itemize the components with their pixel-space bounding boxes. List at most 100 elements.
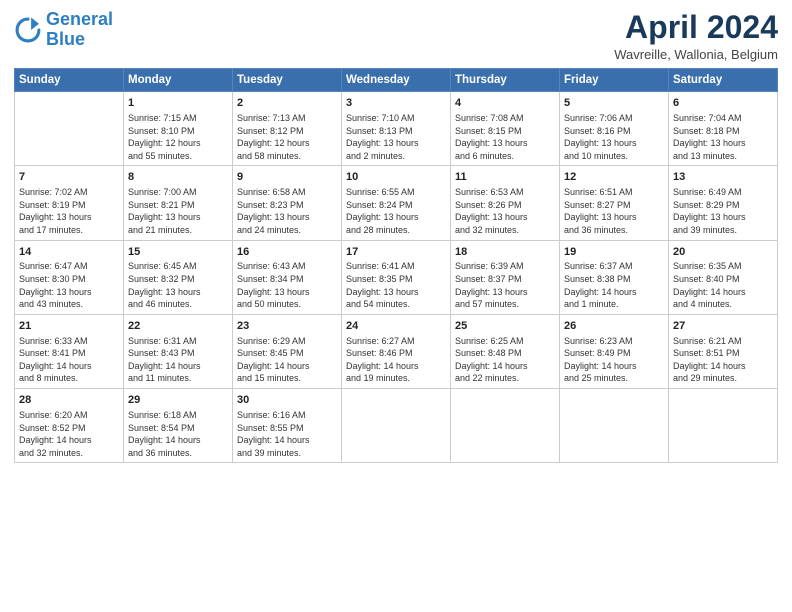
day-info: Sunrise: 7:15 AM Sunset: 8:10 PM Dayligh… bbox=[128, 112, 228, 162]
day-info: Sunrise: 6:41 AM Sunset: 8:35 PM Dayligh… bbox=[346, 260, 446, 310]
cell-w1-d6: 6Sunrise: 7:04 AM Sunset: 8:18 PM Daylig… bbox=[669, 92, 778, 166]
day-number: 17 bbox=[346, 245, 446, 260]
day-info: Sunrise: 6:43 AM Sunset: 8:34 PM Dayligh… bbox=[237, 260, 337, 310]
cell-w2-d4: 11Sunrise: 6:53 AM Sunset: 8:26 PM Dayli… bbox=[451, 166, 560, 240]
week-row-2: 7Sunrise: 7:02 AM Sunset: 8:19 PM Daylig… bbox=[15, 166, 778, 240]
cell-w2-d1: 8Sunrise: 7:00 AM Sunset: 8:21 PM Daylig… bbox=[124, 166, 233, 240]
day-number: 9 bbox=[237, 170, 337, 185]
day-info: Sunrise: 6:31 AM Sunset: 8:43 PM Dayligh… bbox=[128, 335, 228, 385]
day-number: 27 bbox=[673, 319, 773, 334]
day-info: Sunrise: 6:53 AM Sunset: 8:26 PM Dayligh… bbox=[455, 186, 555, 236]
day-info: Sunrise: 6:21 AM Sunset: 8:51 PM Dayligh… bbox=[673, 335, 773, 385]
day-number: 18 bbox=[455, 245, 555, 260]
cell-w2-d6: 13Sunrise: 6:49 AM Sunset: 8:29 PM Dayli… bbox=[669, 166, 778, 240]
day-info: Sunrise: 6:45 AM Sunset: 8:32 PM Dayligh… bbox=[128, 260, 228, 310]
cell-w3-d0: 14Sunrise: 6:47 AM Sunset: 8:30 PM Dayli… bbox=[15, 240, 124, 314]
day-number: 28 bbox=[19, 393, 119, 408]
header: General Blue April 2024 Wavreille, Wallo… bbox=[14, 10, 778, 62]
cell-w5-d5 bbox=[560, 389, 669, 463]
week-row-1: 1Sunrise: 7:15 AM Sunset: 8:10 PM Daylig… bbox=[15, 92, 778, 166]
calendar-header: Sunday Monday Tuesday Wednesday Thursday… bbox=[15, 69, 778, 92]
day-info: Sunrise: 6:33 AM Sunset: 8:41 PM Dayligh… bbox=[19, 335, 119, 385]
day-info: Sunrise: 6:39 AM Sunset: 8:37 PM Dayligh… bbox=[455, 260, 555, 310]
cell-w4-d0: 21Sunrise: 6:33 AM Sunset: 8:41 PM Dayli… bbox=[15, 314, 124, 388]
day-info: Sunrise: 6:25 AM Sunset: 8:48 PM Dayligh… bbox=[455, 335, 555, 385]
day-number: 16 bbox=[237, 245, 337, 260]
cell-w5-d1: 29Sunrise: 6:18 AM Sunset: 8:54 PM Dayli… bbox=[124, 389, 233, 463]
location: Wavreille, Wallonia, Belgium bbox=[614, 47, 778, 62]
logo-line2: Blue bbox=[46, 29, 85, 49]
cell-w5-d3 bbox=[342, 389, 451, 463]
day-number: 19 bbox=[564, 245, 664, 260]
cell-w4-d1: 22Sunrise: 6:31 AM Sunset: 8:43 PM Dayli… bbox=[124, 314, 233, 388]
cell-w4-d6: 27Sunrise: 6:21 AM Sunset: 8:51 PM Dayli… bbox=[669, 314, 778, 388]
day-number: 6 bbox=[673, 96, 773, 111]
day-number: 4 bbox=[455, 96, 555, 111]
header-thursday: Thursday bbox=[451, 69, 560, 92]
cell-w2-d2: 9Sunrise: 6:58 AM Sunset: 8:23 PM Daylig… bbox=[233, 166, 342, 240]
header-monday: Monday bbox=[124, 69, 233, 92]
day-info: Sunrise: 7:13 AM Sunset: 8:12 PM Dayligh… bbox=[237, 112, 337, 162]
cell-w3-d4: 18Sunrise: 6:39 AM Sunset: 8:37 PM Dayli… bbox=[451, 240, 560, 314]
header-wednesday: Wednesday bbox=[342, 69, 451, 92]
cell-w1-d4: 4Sunrise: 7:08 AM Sunset: 8:15 PM Daylig… bbox=[451, 92, 560, 166]
cell-w1-d1: 1Sunrise: 7:15 AM Sunset: 8:10 PM Daylig… bbox=[124, 92, 233, 166]
cell-w3-d6: 20Sunrise: 6:35 AM Sunset: 8:40 PM Dayli… bbox=[669, 240, 778, 314]
day-info: Sunrise: 7:06 AM Sunset: 8:16 PM Dayligh… bbox=[564, 112, 664, 162]
day-number: 26 bbox=[564, 319, 664, 334]
cell-w3-d3: 17Sunrise: 6:41 AM Sunset: 8:35 PM Dayli… bbox=[342, 240, 451, 314]
month-title: April 2024 bbox=[614, 10, 778, 45]
header-tuesday: Tuesday bbox=[233, 69, 342, 92]
cell-w4-d4: 25Sunrise: 6:25 AM Sunset: 8:48 PM Dayli… bbox=[451, 314, 560, 388]
cell-w3-d1: 15Sunrise: 6:45 AM Sunset: 8:32 PM Dayli… bbox=[124, 240, 233, 314]
day-info: Sunrise: 6:55 AM Sunset: 8:24 PM Dayligh… bbox=[346, 186, 446, 236]
week-row-5: 28Sunrise: 6:20 AM Sunset: 8:52 PM Dayli… bbox=[15, 389, 778, 463]
cell-w2-d3: 10Sunrise: 6:55 AM Sunset: 8:24 PM Dayli… bbox=[342, 166, 451, 240]
day-number: 30 bbox=[237, 393, 337, 408]
day-number: 14 bbox=[19, 245, 119, 260]
day-number: 20 bbox=[673, 245, 773, 260]
cell-w3-d5: 19Sunrise: 6:37 AM Sunset: 8:38 PM Dayli… bbox=[560, 240, 669, 314]
cell-w1-d3: 3Sunrise: 7:10 AM Sunset: 8:13 PM Daylig… bbox=[342, 92, 451, 166]
day-number: 21 bbox=[19, 319, 119, 334]
weekday-header-row: Sunday Monday Tuesday Wednesday Thursday… bbox=[15, 69, 778, 92]
day-info: Sunrise: 6:20 AM Sunset: 8:52 PM Dayligh… bbox=[19, 409, 119, 459]
week-row-3: 14Sunrise: 6:47 AM Sunset: 8:30 PM Dayli… bbox=[15, 240, 778, 314]
cell-w4-d3: 24Sunrise: 6:27 AM Sunset: 8:46 PM Dayli… bbox=[342, 314, 451, 388]
page-container: General Blue April 2024 Wavreille, Wallo… bbox=[0, 0, 792, 469]
header-saturday: Saturday bbox=[669, 69, 778, 92]
day-number: 29 bbox=[128, 393, 228, 408]
day-info: Sunrise: 6:18 AM Sunset: 8:54 PM Dayligh… bbox=[128, 409, 228, 459]
day-info: Sunrise: 6:27 AM Sunset: 8:46 PM Dayligh… bbox=[346, 335, 446, 385]
week-row-4: 21Sunrise: 6:33 AM Sunset: 8:41 PM Dayli… bbox=[15, 314, 778, 388]
day-info: Sunrise: 7:00 AM Sunset: 8:21 PM Dayligh… bbox=[128, 186, 228, 236]
logo-text: General Blue bbox=[46, 10, 113, 50]
cell-w5-d0: 28Sunrise: 6:20 AM Sunset: 8:52 PM Dayli… bbox=[15, 389, 124, 463]
header-sunday: Sunday bbox=[15, 69, 124, 92]
day-number: 24 bbox=[346, 319, 446, 334]
cell-w5-d6 bbox=[669, 389, 778, 463]
cell-w1-d0 bbox=[15, 92, 124, 166]
day-number: 7 bbox=[19, 170, 119, 185]
day-number: 11 bbox=[455, 170, 555, 185]
day-info: Sunrise: 7:08 AM Sunset: 8:15 PM Dayligh… bbox=[455, 112, 555, 162]
day-info: Sunrise: 6:49 AM Sunset: 8:29 PM Dayligh… bbox=[673, 186, 773, 236]
day-info: Sunrise: 6:51 AM Sunset: 8:27 PM Dayligh… bbox=[564, 186, 664, 236]
cell-w5-d2: 30Sunrise: 6:16 AM Sunset: 8:55 PM Dayli… bbox=[233, 389, 342, 463]
calendar-table: Sunday Monday Tuesday Wednesday Thursday… bbox=[14, 68, 778, 463]
day-number: 13 bbox=[673, 170, 773, 185]
day-info: Sunrise: 7:10 AM Sunset: 8:13 PM Dayligh… bbox=[346, 112, 446, 162]
day-info: Sunrise: 6:29 AM Sunset: 8:45 PM Dayligh… bbox=[237, 335, 337, 385]
day-number: 23 bbox=[237, 319, 337, 334]
day-number: 12 bbox=[564, 170, 664, 185]
day-info: Sunrise: 7:02 AM Sunset: 8:19 PM Dayligh… bbox=[19, 186, 119, 236]
cell-w1-d5: 5Sunrise: 7:06 AM Sunset: 8:16 PM Daylig… bbox=[560, 92, 669, 166]
day-number: 10 bbox=[346, 170, 446, 185]
day-info: Sunrise: 6:35 AM Sunset: 8:40 PM Dayligh… bbox=[673, 260, 773, 310]
day-number: 22 bbox=[128, 319, 228, 334]
cell-w4-d2: 23Sunrise: 6:29 AM Sunset: 8:45 PM Dayli… bbox=[233, 314, 342, 388]
cell-w4-d5: 26Sunrise: 6:23 AM Sunset: 8:49 PM Dayli… bbox=[560, 314, 669, 388]
logo: General Blue bbox=[14, 10, 113, 50]
day-info: Sunrise: 6:23 AM Sunset: 8:49 PM Dayligh… bbox=[564, 335, 664, 385]
day-info: Sunrise: 7:04 AM Sunset: 8:18 PM Dayligh… bbox=[673, 112, 773, 162]
